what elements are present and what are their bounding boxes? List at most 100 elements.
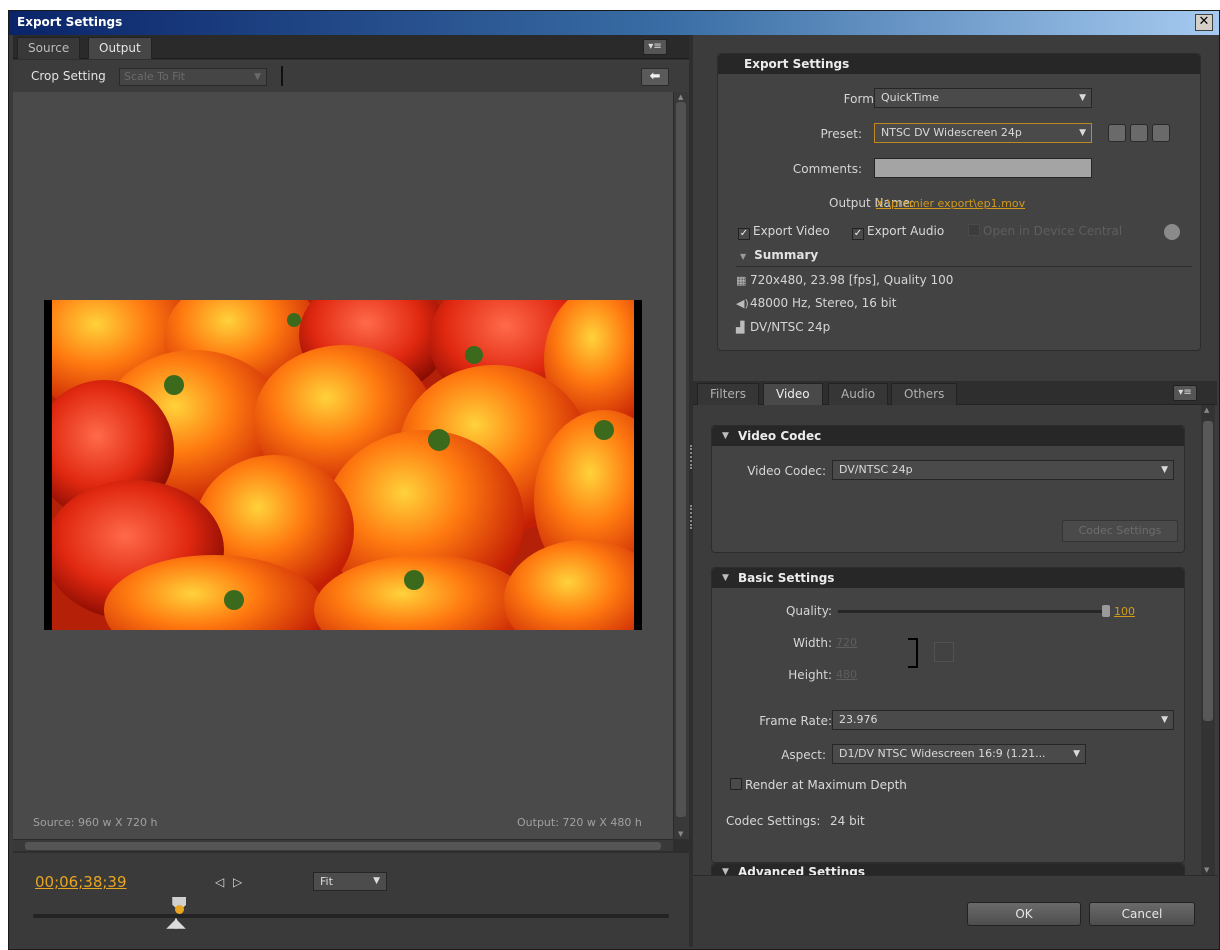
playhead-dot[interactable] <box>175 905 185 914</box>
tab-filters[interactable]: Filters <box>697 383 759 405</box>
format-value: QuickTime <box>881 91 940 104</box>
set-out-point-icon[interactable]: ▷ <box>233 875 242 889</box>
panel-menu-icon[interactable]: ▾≡ <box>643 39 667 55</box>
summary-toggle[interactable]: ▼ Summary <box>740 248 818 262</box>
preview-vertical-scrollbar[interactable]: ▲ ▼ <box>673 92 689 839</box>
scroll-up-icon[interactable]: ▲ <box>678 93 683 101</box>
format-select[interactable]: QuickTime ▼ <box>874 88 1092 108</box>
export-settings-section: Export Settings Format: QuickTime ▼ Pres… <box>717 53 1201 351</box>
film-icon: ▦ <box>736 274 747 287</box>
tab-audio[interactable]: Audio <box>828 383 889 405</box>
preset-label: Preset: <box>820 127 862 141</box>
chevron-down-icon: ▼ <box>254 72 261 82</box>
crop-setting-label: Crop Setting <box>31 69 106 83</box>
title-bar: Export Settings ✕ <box>9 11 1219 35</box>
scroll-down-icon[interactable]: ▼ <box>1204 866 1209 874</box>
comments-field[interactable] <box>874 158 1092 178</box>
render-max-depth-checkbox[interactable]: Render at Maximum Depth <box>730 778 907 792</box>
chart-icon: ▟ <box>736 321 745 334</box>
dialog-footer: OK Cancel <box>693 875 1217 947</box>
basic-settings-section: ▼ Basic Settings Quality: 100 Width: 720 … <box>711 567 1185 863</box>
triangle-down-icon: ▼ <box>740 252 747 261</box>
zoom-level-select[interactable]: Fit ▼ <box>313 872 387 891</box>
export-settings-window: Export Settings ✕ Source Output ▾≡ Crop … <box>8 10 1220 950</box>
chevron-down-icon: ▼ <box>1079 128 1086 138</box>
crop-setting-value: Scale To Fit <box>124 70 186 83</box>
splitter-grip[interactable] <box>690 445 692 469</box>
scrollbar-thumb[interactable] <box>676 102 686 817</box>
scroll-up-icon[interactable]: ▲ <box>1204 406 1209 414</box>
chevron-down-icon: ▼ <box>373 876 380 886</box>
output-name-link[interactable]: X:\premier export\ep1.mov <box>876 197 1025 210</box>
quality-value[interactable]: 100 <box>1114 605 1135 618</box>
video-codec-value: DV/NTSC 24p <box>839 463 913 476</box>
summary-divider <box>736 266 1192 267</box>
scrollbar-thumb[interactable] <box>25 842 661 850</box>
cancel-button[interactable]: Cancel <box>1089 902 1195 926</box>
panel-menu-icon[interactable]: ▾≡ <box>1173 385 1197 401</box>
export-audio-checkbox[interactable]: ✓ Export Audio <box>852 224 944 240</box>
open-device-central-checkbox[interactable]: Open in Device Central <box>968 224 1122 238</box>
frame-rate-value: 23.976 <box>839 713 878 726</box>
frame-rate-select[interactable]: 23.976 ▼ <box>832 710 1174 730</box>
delete-preset-icon[interactable] <box>1152 124 1170 142</box>
tab-source[interactable]: Source <box>17 37 81 59</box>
trim-handles-icon[interactable]: ◢◣ <box>166 915 185 931</box>
video-codec-header[interactable]: ▼ Video Codec <box>712 426 1184 446</box>
back-arrow-button[interactable]: ⬅ <box>641 68 669 86</box>
ok-button[interactable]: OK <box>967 902 1081 926</box>
preset-value: NTSC DV Widescreen 24p <box>881 126 1022 139</box>
save-preset-icon[interactable] <box>1108 124 1126 142</box>
codec-settings-label: Codec Settings: <box>726 814 821 828</box>
width-value[interactable]: 720 <box>836 636 857 649</box>
checkmark-icon: ✓ <box>738 228 750 240</box>
quality-slider-thumb[interactable] <box>1102 605 1110 617</box>
export-video-label: Export Video <box>753 224 830 238</box>
height-value[interactable]: 480 <box>836 668 857 681</box>
preview-tabbar: Source Output ▾≡ <box>13 35 689 59</box>
video-codec-section: ▼ Video Codec Video Codec: DV/NTSC 24p ▼ … <box>711 425 1185 553</box>
render-max-depth-label: Render at Maximum Depth <box>745 778 907 792</box>
format-label: Format: <box>843 92 890 106</box>
scroll-down-icon[interactable]: ▼ <box>678 830 683 838</box>
timecode-display[interactable]: 00;06;38;39 <box>35 873 127 891</box>
tab-video[interactable]: Video <box>763 383 823 405</box>
source-dimensions: Source: 960 w X 720 h <box>33 816 158 829</box>
codec-settings-button[interactable]: Codec Settings <box>1062 520 1178 542</box>
scrollbar-thumb[interactable] <box>1203 421 1213 721</box>
video-codec-select[interactable]: DV/NTSC 24p ▼ <box>832 460 1174 480</box>
triangle-down-icon: ▼ <box>722 431 729 441</box>
chevron-down-icon: ▼ <box>1073 749 1080 759</box>
zoom-level-value: Fit <box>320 875 333 888</box>
window-title: Export Settings <box>17 15 123 29</box>
height-label: Height: <box>788 668 832 682</box>
timeline-track[interactable] <box>33 914 669 918</box>
summary-video: ▦ 720x480, 23.98 [fps], Quality 100 <box>736 273 953 287</box>
crop-setting-select[interactable]: Scale To Fit ▼ <box>119 68 267 86</box>
tab-others[interactable]: Others <box>891 383 958 405</box>
export-video-checkbox[interactable]: ✓ Export Video <box>738 224 830 240</box>
summary-video-text: 720x480, 23.98 [fps], Quality 100 <box>750 273 954 287</box>
device-central-label: Open in Device Central <box>983 224 1123 238</box>
width-label: Width: <box>793 636 832 650</box>
aspect-label: Aspect: <box>781 748 826 762</box>
settings-vertical-scrollbar[interactable]: ▲ ▼ <box>1201 405 1215 875</box>
summary-audio-text: 48000 Hz, Stereo, 16 bit <box>750 296 897 310</box>
splitter-grip[interactable] <box>690 505 692 529</box>
set-in-point-icon[interactable]: ◁ <box>215 875 224 889</box>
basic-settings-title: Basic Settings <box>738 571 835 585</box>
summary-audio: ◀)48000 Hz, Stereo, 16 bit <box>736 296 896 310</box>
dimension-link-bracket <box>908 638 918 668</box>
device-central-icon[interactable] <box>1164 224 1180 240</box>
constrain-proportions-icon[interactable] <box>934 642 954 662</box>
aspect-select[interactable]: D1/DV NTSC Widescreen 16:9 (1.21... ▼ <box>832 744 1086 764</box>
checkbox-icon <box>730 778 742 790</box>
tab-output[interactable]: Output <box>88 37 152 59</box>
quality-slider[interactable] <box>838 610 1108 613</box>
import-preset-icon[interactable] <box>1130 124 1148 142</box>
preview-horizontal-scrollbar[interactable] <box>13 839 673 851</box>
preview-viewport: Source: 960 w X 720 h Output: 720 w X 48… <box>13 92 673 839</box>
basic-settings-header[interactable]: ▼ Basic Settings <box>712 568 1184 588</box>
close-icon[interactable]: ✕ <box>1195 14 1213 31</box>
preset-select[interactable]: NTSC DV Widescreen 24p ▼ <box>874 123 1092 143</box>
